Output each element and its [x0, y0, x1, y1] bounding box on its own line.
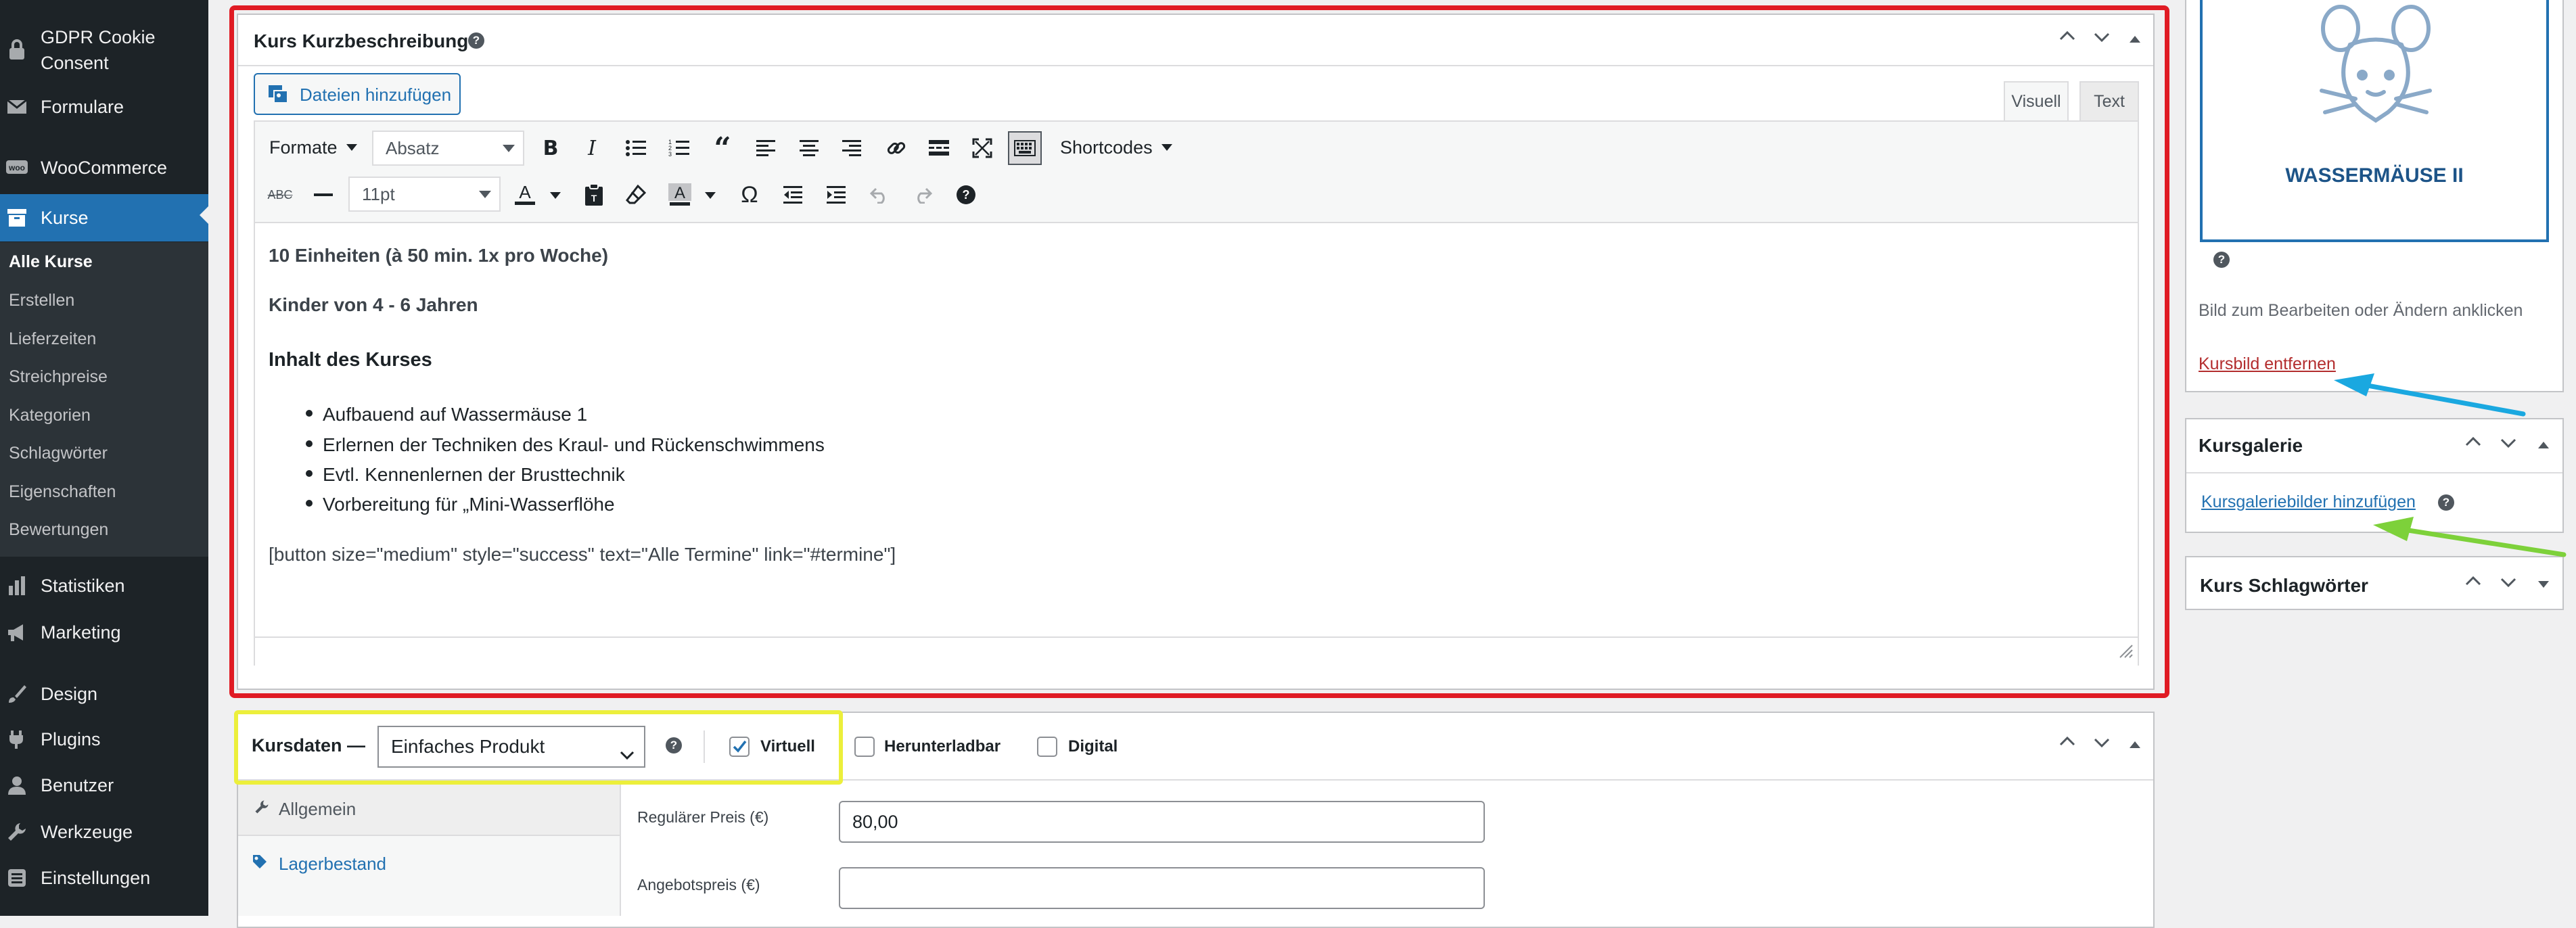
move-down-icon[interactable] [2499, 572, 2518, 596]
move-up-icon[interactable] [2058, 733, 2077, 756]
wrench-icon [5, 820, 28, 843]
menu-label: WooCommerce [41, 157, 168, 178]
tab-lagerbestand[interactable]: Lagerbestand [279, 854, 386, 875]
menu-item-formulare[interactable]: Formulare [0, 87, 208, 127]
menu-label: Design [41, 683, 98, 704]
sale-price-label: Angebotspreis (€) [637, 876, 760, 894]
digital-label: Digital [1068, 737, 1118, 756]
submenu-item-erstellen[interactable]: Erstellen [9, 291, 74, 310]
course-image[interactable]: WASSERMÄUSE II [2200, 0, 2549, 242]
regular-price-label: Regulärer Preis (€) [637, 808, 769, 826]
menu-item-kurse[interactable]: Kurse [0, 194, 208, 241]
move-up-icon[interactable] [2464, 433, 2483, 457]
current-menu-arrow [200, 206, 208, 224]
submenu-item-schlagwoerter[interactable]: Schlagwörter [9, 444, 108, 463]
annotation-arrow-blue [2334, 373, 2526, 417]
regular-price-input[interactable] [839, 801, 1485, 843]
plug-icon [5, 728, 28, 751]
digital-checkbox[interactable] [1037, 737, 1057, 757]
move-up-icon[interactable] [2464, 572, 2483, 596]
megaphone-icon [5, 621, 28, 644]
collapse-toggle-icon[interactable] [2537, 436, 2550, 457]
menu-label: Einstellungen [41, 867, 151, 888]
admin-sidebar: GDPR Cookie Consent Formulare woo WooCom… [0, 0, 208, 916]
submenu-item-lieferzeiten[interactable]: Lieferzeiten [9, 329, 96, 349]
lock-icon [5, 38, 28, 61]
menu-item-design[interactable]: Design [0, 674, 208, 714]
settings-icon [5, 866, 28, 889]
woocommerce-icon: woo [5, 156, 28, 179]
sale-price-input[interactable] [839, 867, 1485, 909]
menu-item-statistiken[interactable]: Statistiken [0, 565, 208, 606]
downloadable-checkbox[interactable] [854, 737, 875, 757]
mail-icon [5, 95, 28, 118]
move-down-icon[interactable] [2092, 733, 2111, 756]
highlight-yellow-frame [234, 710, 843, 785]
user-icon [5, 774, 28, 797]
submenu-item-bewertungen[interactable]: Bewertungen [9, 520, 108, 540]
paintbrush-icon [5, 682, 28, 705]
help-icon[interactable]: ? [2213, 252, 2230, 268]
menu-label: Marketing [41, 622, 121, 643]
kurse-submenu: Alle Kurse Erstellen Lieferzeiten Streic… [0, 242, 208, 557]
svg-text:woo: woo [8, 163, 25, 172]
submenu-item-alle-kurse[interactable]: Alle Kurse [9, 252, 93, 272]
downloadable-label: Herunterladbar [884, 737, 1001, 756]
archive-icon [5, 206, 28, 229]
menu-label: Kurse [41, 207, 89, 228]
menu-label: GDPR Cookie Consent [41, 27, 156, 73]
mouse-logo-icon [2320, 5, 2432, 123]
expand-toggle-icon[interactable] [2537, 575, 2550, 596]
highlight-red-frame [229, 5, 2169, 698]
menu-item-plugins[interactable]: Plugins [0, 719, 208, 760]
menu-label: Formulare [41, 96, 124, 117]
menu-label: Plugins [41, 728, 101, 749]
submenu-item-streichpreise[interactable]: Streichpreise [9, 367, 108, 387]
collapse-toggle-icon[interactable] [2128, 735, 2142, 756]
wrench-icon [254, 799, 269, 818]
submenu-item-kategorien[interactable]: Kategorien [9, 406, 91, 425]
menu-label: Werkzeuge [41, 821, 133, 842]
submenu-item-eigenschaften[interactable]: Eigenschaften [9, 482, 116, 502]
image-hint: Bild zum Bearbeiten oder Ändern anklicke… [2199, 301, 2523, 320]
bar-chart-icon [5, 574, 28, 597]
menu-item-gdpr[interactable]: GDPR Cookie Consent [0, 19, 208, 80]
menu-item-woocommerce[interactable]: woo WooCommerce [0, 147, 208, 188]
menu-item-marketing[interactable]: Marketing [0, 612, 208, 653]
menu-label: Statistiken [41, 575, 125, 596]
divider [2186, 472, 2562, 473]
menu-item-benutzer[interactable]: Benutzer [0, 765, 208, 806]
move-down-icon[interactable] [2499, 433, 2518, 457]
tags-title: Kurs Schlagwörter [2200, 575, 2368, 596]
image-caption: WASSERMÄUSE II [2285, 164, 2464, 187]
menu-label: Benutzer [41, 774, 114, 795]
tag-icon [252, 854, 268, 873]
menu-item-werkzeuge[interactable]: Werkzeuge [0, 812, 208, 852]
menu-item-einstellungen[interactable]: Einstellungen [0, 858, 208, 898]
gallery-title: Kursgalerie [2199, 435, 2303, 456]
annotation-arrow-green [2373, 517, 2567, 557]
remove-course-image-link[interactable]: Kursbild entfernen [2199, 354, 2336, 374]
tab-allgemein-label: Allgemein [279, 799, 356, 819]
